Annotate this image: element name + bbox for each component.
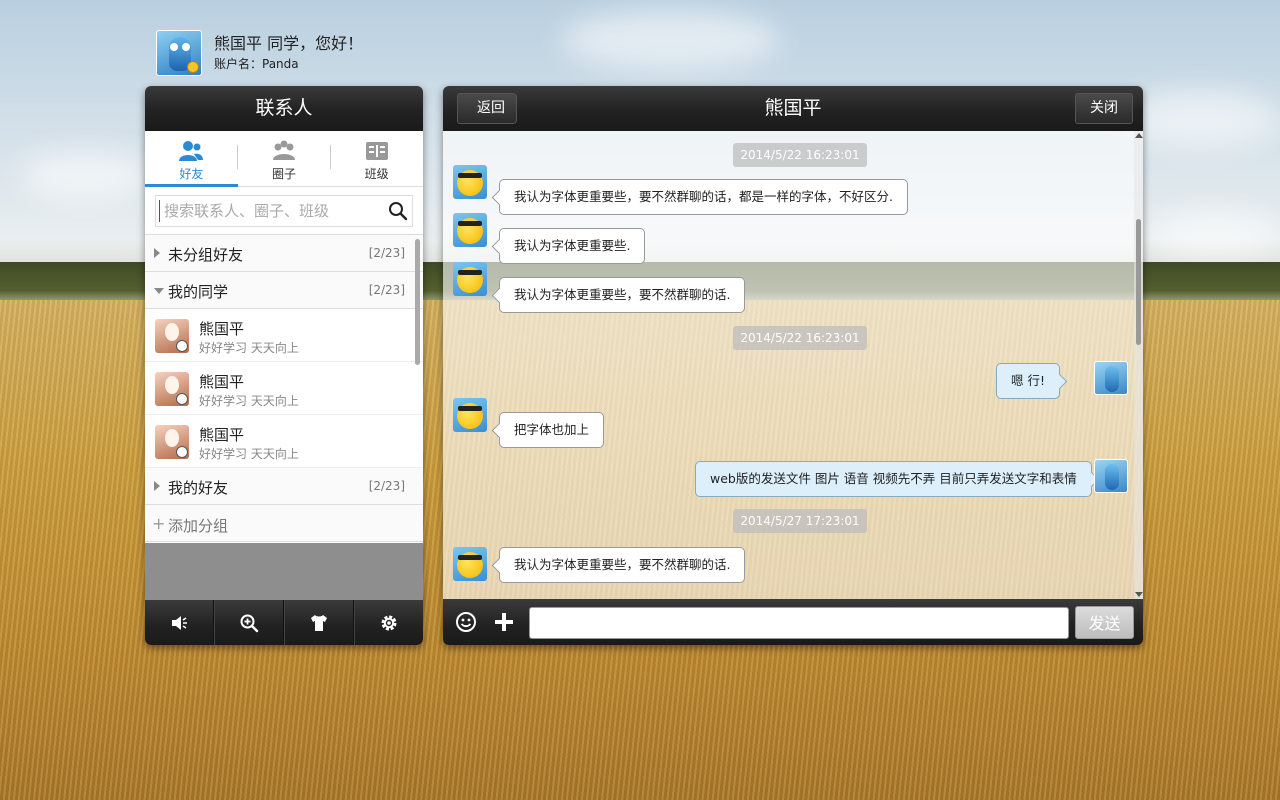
message-bubble: 我认为字体更重要些. bbox=[499, 228, 646, 264]
close-button[interactable]: 关闭 bbox=[1075, 93, 1133, 124]
contact-name: 熊国平 bbox=[199, 320, 245, 338]
contact-name: 熊国平 bbox=[199, 373, 245, 391]
tab-friends-label: 好友 bbox=[179, 167, 204, 181]
gear-icon bbox=[381, 615, 397, 631]
collapse-arrow-icon bbox=[154, 288, 164, 294]
contact-item[interactable]: 熊国平 好好学习 天天向上 bbox=[145, 362, 423, 415]
message-bubble-mine: 嗯 行! bbox=[996, 363, 1060, 399]
contact-signature: 好好学习 天天向上 bbox=[199, 394, 299, 408]
timestamp: 2014/5/27 17:23:01 bbox=[733, 509, 867, 533]
contact-list: 未分组好友 [2/23] 我的同学 [2/23] 熊国平 好好学习 天天向上 熊… bbox=[145, 235, 423, 543]
tab-friends[interactable]: 好友 bbox=[145, 131, 238, 187]
contact-avatar[interactable] bbox=[453, 262, 487, 296]
message-bubble: 我认为字体更重要些，要不然群聊的话. bbox=[499, 547, 746, 583]
empty-area bbox=[145, 543, 423, 600]
user-avatar[interactable] bbox=[1094, 459, 1128, 493]
group-icon bbox=[273, 140, 295, 160]
cloud bbox=[1120, 90, 1280, 150]
message-area: 2014/5/22 16:23:01 我认为字体更重要些，要不然群聊的话，都是一… bbox=[443, 131, 1143, 599]
plus-icon: + bbox=[152, 514, 166, 533]
chat-titlebar: 返回 熊国平 关闭 bbox=[443, 86, 1143, 131]
clock-icon bbox=[176, 340, 188, 352]
message-input[interactable] bbox=[529, 607, 1069, 639]
user-greeting: 熊国平 同学，您好！ bbox=[214, 34, 364, 53]
user-avatar[interactable] bbox=[1094, 361, 1128, 395]
message-bubble: 我认为字体更重要些，要不然群聊的话. bbox=[499, 277, 746, 313]
tab-circles-label: 圈子 bbox=[272, 167, 297, 181]
scroll-up-icon[interactable] bbox=[1135, 133, 1143, 138]
timestamp: 2014/5/22 16:23:01 bbox=[733, 326, 867, 350]
contact-list-scrollbar[interactable] bbox=[415, 239, 420, 365]
tab-divider bbox=[237, 145, 238, 169]
expand-arrow-icon bbox=[154, 481, 160, 491]
tab-circles[interactable]: 圈子 bbox=[238, 131, 331, 186]
broadcast-icon bbox=[172, 616, 187, 630]
user-avatar[interactable] bbox=[156, 30, 202, 76]
group-name: 我的同学 bbox=[168, 283, 229, 301]
group-count: [2/23] bbox=[368, 479, 405, 493]
contact-signature: 好好学习 天天向上 bbox=[199, 447, 299, 461]
chat-panel: 返回 熊国平 关闭 2014/5/22 16:23:01 我认为字体更重要些，要… bbox=[443, 86, 1143, 645]
people-icon bbox=[179, 141, 204, 161]
contact-avatar[interactable] bbox=[453, 547, 487, 581]
group-name: 我的好友 bbox=[168, 479, 229, 497]
message-bubble: 我认为字体更重要些，要不然群聊的话，都是一样的字体，不好区分. bbox=[499, 179, 908, 215]
contact-avatar bbox=[155, 425, 189, 459]
broadcast-button[interactable] bbox=[145, 600, 214, 645]
emoji-icon[interactable] bbox=[455, 611, 477, 633]
message-bubble-mine: web版的发送文件 图片 语音 视频先不弄 目前只弄发送文字和表情 bbox=[695, 461, 1092, 497]
chat-scrollbar[interactable] bbox=[1134, 131, 1143, 599]
skin-button[interactable] bbox=[284, 600, 354, 645]
contact-tabs: 好友 圈子 班级 bbox=[145, 131, 423, 187]
contacts-panel: 联系人 好友 圈子 班级 搜索联系人、圈子、班级 未分组好友 [2/23] 我的… bbox=[145, 86, 423, 645]
search-input[interactable] bbox=[155, 195, 413, 227]
scroll-thumb[interactable] bbox=[1136, 219, 1141, 345]
tab-classes[interactable]: 班级 bbox=[330, 131, 423, 186]
add-group-button[interactable]: + 添加分组 bbox=[145, 505, 423, 542]
plus-icon[interactable] bbox=[493, 611, 515, 633]
text-caret bbox=[159, 200, 160, 222]
contact-signature: 好好学习 天天向上 bbox=[199, 341, 299, 355]
cloud bbox=[560, 10, 780, 70]
contact-avatar[interactable] bbox=[453, 213, 487, 247]
group-friends[interactable]: 我的好友 [2/23] bbox=[145, 468, 423, 505]
contact-item[interactable]: 熊国平 好好学习 天天向上 bbox=[145, 415, 423, 468]
settings-button[interactable] bbox=[354, 600, 423, 645]
cloud bbox=[20, 150, 150, 200]
contacts-toolbar bbox=[145, 600, 423, 645]
tab-classes-label: 班级 bbox=[364, 167, 389, 181]
contact-avatar bbox=[155, 319, 189, 353]
tab-divider bbox=[330, 145, 331, 169]
scroll-down-icon[interactable] bbox=[1135, 592, 1143, 597]
contact-avatar[interactable] bbox=[453, 165, 487, 199]
group-name: 未分组好友 bbox=[168, 246, 244, 264]
cloud bbox=[1150, 210, 1280, 260]
status-badge bbox=[187, 61, 199, 73]
find-button[interactable] bbox=[214, 600, 284, 645]
user-account: 账户名：Panda bbox=[214, 57, 299, 71]
search-icon[interactable] bbox=[388, 201, 408, 221]
group-count: [2/23] bbox=[368, 283, 405, 297]
search-bar bbox=[145, 187, 423, 235]
group-count: [2/23] bbox=[368, 246, 405, 260]
group-classmates[interactable]: 我的同学 [2/23] bbox=[145, 272, 423, 309]
zoom-in-icon bbox=[240, 614, 259, 633]
group-ungrouped[interactable]: 未分组好友 [2/23] bbox=[145, 235, 423, 272]
contact-avatar bbox=[155, 372, 189, 406]
clock-icon bbox=[176, 446, 188, 458]
timestamp: 2014/5/22 16:23:01 bbox=[733, 143, 867, 167]
contact-name: 熊国平 bbox=[199, 426, 245, 444]
send-button[interactable]: 发送 bbox=[1075, 606, 1134, 639]
contacts-title: 联系人 bbox=[145, 86, 423, 131]
class-icon bbox=[365, 142, 388, 160]
chat-input-bar: 发送 bbox=[443, 599, 1143, 645]
message-bubble: 把字体也加上 bbox=[499, 412, 605, 448]
add-group-label: 添加分组 bbox=[168, 517, 229, 535]
expand-arrow-icon bbox=[154, 248, 160, 258]
chat-title: 熊国平 bbox=[764, 97, 822, 119]
contact-avatar[interactable] bbox=[453, 398, 487, 432]
shirt-icon bbox=[311, 615, 327, 631]
clock-icon bbox=[176, 393, 188, 405]
contact-item[interactable]: 熊国平 好好学习 天天向上 bbox=[145, 309, 423, 362]
